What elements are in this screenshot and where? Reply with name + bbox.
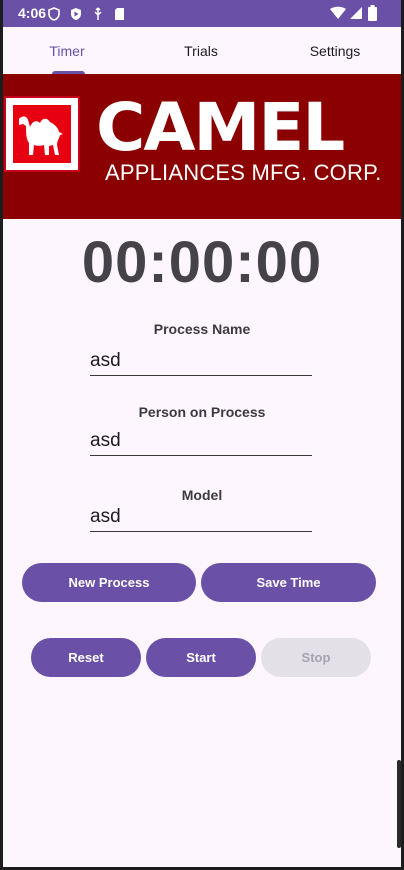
person-label: Person on Process (138, 404, 266, 420)
tab-settings[interactable]: Settings (268, 27, 402, 74)
tab-bar: Timer Trials Settings (0, 27, 404, 75)
wifi-icon (330, 6, 346, 25)
brand-name: CAMEL (96, 89, 345, 166)
sd-card-icon (114, 7, 125, 26)
scroll-edge-handle (397, 760, 401, 848)
status-time: 4:06 (18, 5, 47, 21)
timer-display: 00:00:00 (81, 230, 323, 295)
model-input[interactable] (90, 503, 312, 532)
tab-trials[interactable]: Trials (134, 27, 268, 74)
new-process-button[interactable]: New Process (22, 563, 196, 602)
process-name-input[interactable] (90, 347, 312, 376)
brand-subtitle: APPLIANCES MFG. CORP. (105, 160, 382, 185)
status-bar: 4:06 (0, 0, 404, 27)
reset-button[interactable]: Reset (31, 638, 141, 677)
tab-timer[interactable]: Timer (0, 27, 134, 74)
battery-icon (368, 5, 377, 26)
person-input[interactable] (90, 427, 312, 456)
usb-icon (93, 7, 103, 26)
camel-icon (13, 105, 71, 163)
model-label: Model (181, 487, 223, 503)
process-name-label: Process Name (153, 321, 251, 337)
start-button[interactable]: Start (146, 638, 256, 677)
signal-icon (349, 6, 363, 25)
play-protect-icon (70, 7, 82, 26)
brand-logo (4, 96, 80, 172)
shield-icon (48, 7, 60, 26)
stop-button: Stop (261, 638, 371, 677)
save-time-button[interactable]: Save Time (201, 563, 376, 602)
